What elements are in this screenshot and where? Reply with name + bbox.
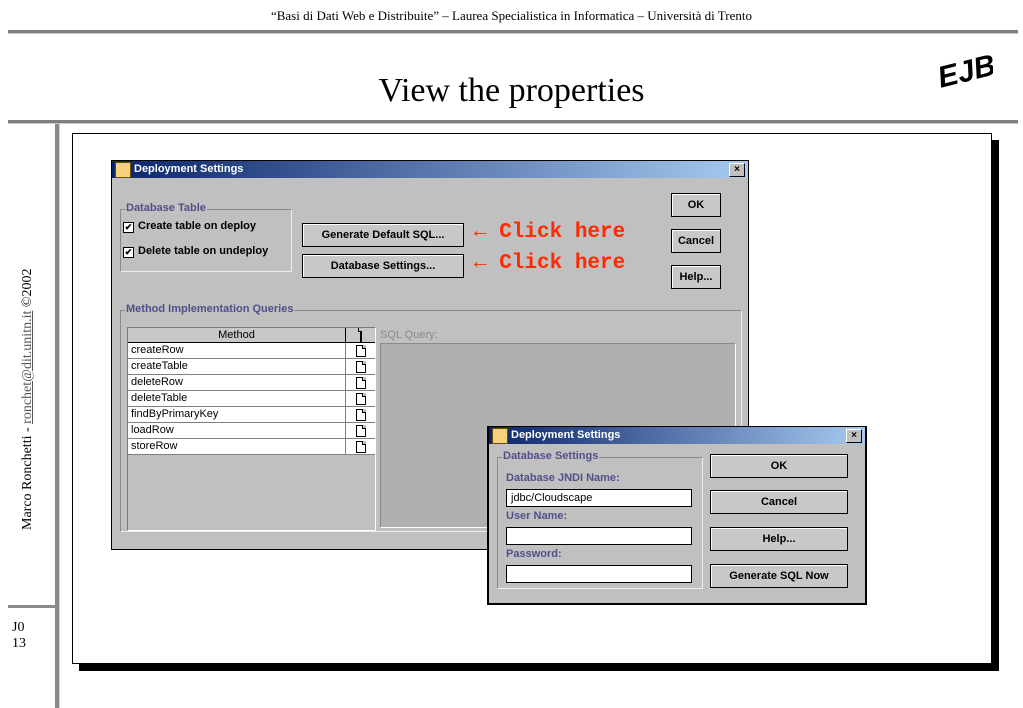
click-here-annotation: ← Click here xyxy=(474,252,626,275)
footer-rule xyxy=(8,605,58,608)
ejb-logo: EJB xyxy=(933,48,999,97)
checkbox-checked-icon: ✔ xyxy=(123,247,134,258)
password-input[interactable] xyxy=(506,565,692,583)
query-column-header[interactable] xyxy=(346,328,375,342)
document-icon xyxy=(355,344,366,357)
page-number: J0 13 xyxy=(12,620,26,652)
database-settings-button[interactable]: Database Settings... xyxy=(302,254,464,278)
page-num: 13 xyxy=(12,636,26,651)
database-table-group: Database Table ✔ Create table on deploy ✔… xyxy=(120,202,292,272)
group-label: Database Table xyxy=(125,202,207,214)
jndi-name-input[interactable]: jdbc/Cloudscape xyxy=(506,489,692,507)
cancel-button[interactable]: Cancel xyxy=(710,490,848,514)
top-rule xyxy=(8,30,1018,34)
document-icon xyxy=(355,424,366,437)
table-row[interactable]: deleteRow xyxy=(128,375,375,391)
document-icon xyxy=(355,376,366,389)
close-button[interactable]: × xyxy=(729,163,745,177)
dialog-title: Deployment Settings xyxy=(134,163,244,175)
click-here-annotation: ← Click here xyxy=(474,221,626,244)
generate-sql-now-button[interactable]: Generate SQL Now xyxy=(710,564,848,588)
document-icon xyxy=(355,392,366,405)
dialog-title-bar: Deployment Settings × xyxy=(489,427,865,444)
method-column-header[interactable]: Method xyxy=(128,328,346,342)
group-label: Database Settings xyxy=(502,450,600,462)
document-icon xyxy=(355,408,366,421)
method-name: deleteTable xyxy=(128,391,346,406)
help-button[interactable]: Help... xyxy=(710,527,848,551)
delete-table-checkbox[interactable]: ✔ Delete table on undeploy xyxy=(123,245,268,258)
side-credit: Marco Ronchetti - ronchet@dit.unitn.it ©… xyxy=(20,268,36,530)
user-name-input[interactable] xyxy=(506,527,692,545)
credit-separator: - xyxy=(20,423,35,436)
slide-header: “Basi di Dati Web e Distribuite” – Laure… xyxy=(270,8,753,23)
ok-button[interactable]: OK xyxy=(671,193,721,217)
document-icon xyxy=(359,328,362,342)
password-label: Password: xyxy=(506,548,562,560)
title-rule xyxy=(8,120,1018,124)
generate-default-sql-button[interactable]: Generate Default SQL... xyxy=(302,223,464,247)
method-name: storeRow xyxy=(128,439,346,454)
left-bar xyxy=(55,124,60,708)
help-button[interactable]: Help... xyxy=(671,265,721,289)
jndi-name-label: Database JNDI Name: xyxy=(506,472,620,484)
checkbox-label: Create table on deploy xyxy=(138,220,256,232)
database-settings-dialog: Deployment Settings × Database Settings … xyxy=(487,426,867,605)
logo-text: EJB xyxy=(934,49,993,92)
author-email-link[interactable]: ronchet@dit.unitn.it xyxy=(20,311,35,424)
create-table-checkbox[interactable]: ✔ Create table on deploy xyxy=(123,220,256,233)
close-button[interactable]: × xyxy=(846,429,862,443)
method-name: deleteRow xyxy=(128,375,346,390)
method-name: createTable xyxy=(128,359,346,374)
method-table: Method createRow createTable deleteRow d… xyxy=(127,327,376,531)
method-name: loadRow xyxy=(128,423,346,438)
ok-button[interactable]: OK xyxy=(710,454,848,478)
content-frame: Deployment Settings × Database Table ✔ Cr… xyxy=(72,133,992,664)
page-code: J0 xyxy=(12,620,25,635)
table-row[interactable]: loadRow xyxy=(128,423,375,439)
table-row[interactable]: createRow xyxy=(128,343,375,359)
slide-title: View the properties xyxy=(378,72,645,109)
table-row[interactable]: deleteTable xyxy=(128,391,375,407)
checkbox-label: Delete table on undeploy xyxy=(138,245,269,257)
document-icon xyxy=(355,360,366,373)
sql-query-label: SQL Query: xyxy=(380,329,438,341)
group-label: Method Implementation Queries xyxy=(125,303,295,315)
table-row[interactable]: createTable xyxy=(128,359,375,375)
copyright: ©2002 xyxy=(20,268,35,311)
method-name: findByPrimaryKey xyxy=(128,407,346,422)
java-cup-icon xyxy=(115,162,131,178)
dialog-title: Deployment Settings xyxy=(511,429,621,441)
checkbox-checked-icon: ✔ xyxy=(123,222,134,233)
document-icon xyxy=(355,440,366,453)
java-cup-icon xyxy=(492,428,508,444)
author: Marco Ronchetti xyxy=(20,435,35,530)
cancel-button[interactable]: Cancel xyxy=(671,229,721,253)
user-name-label: User Name: xyxy=(506,510,568,522)
method-name: createRow xyxy=(128,343,346,358)
dialog-title-bar: Deployment Settings × xyxy=(112,161,748,178)
table-header: Method xyxy=(128,328,375,343)
table-row[interactable]: storeRow xyxy=(128,439,375,455)
table-row[interactable]: findByPrimaryKey xyxy=(128,407,375,423)
